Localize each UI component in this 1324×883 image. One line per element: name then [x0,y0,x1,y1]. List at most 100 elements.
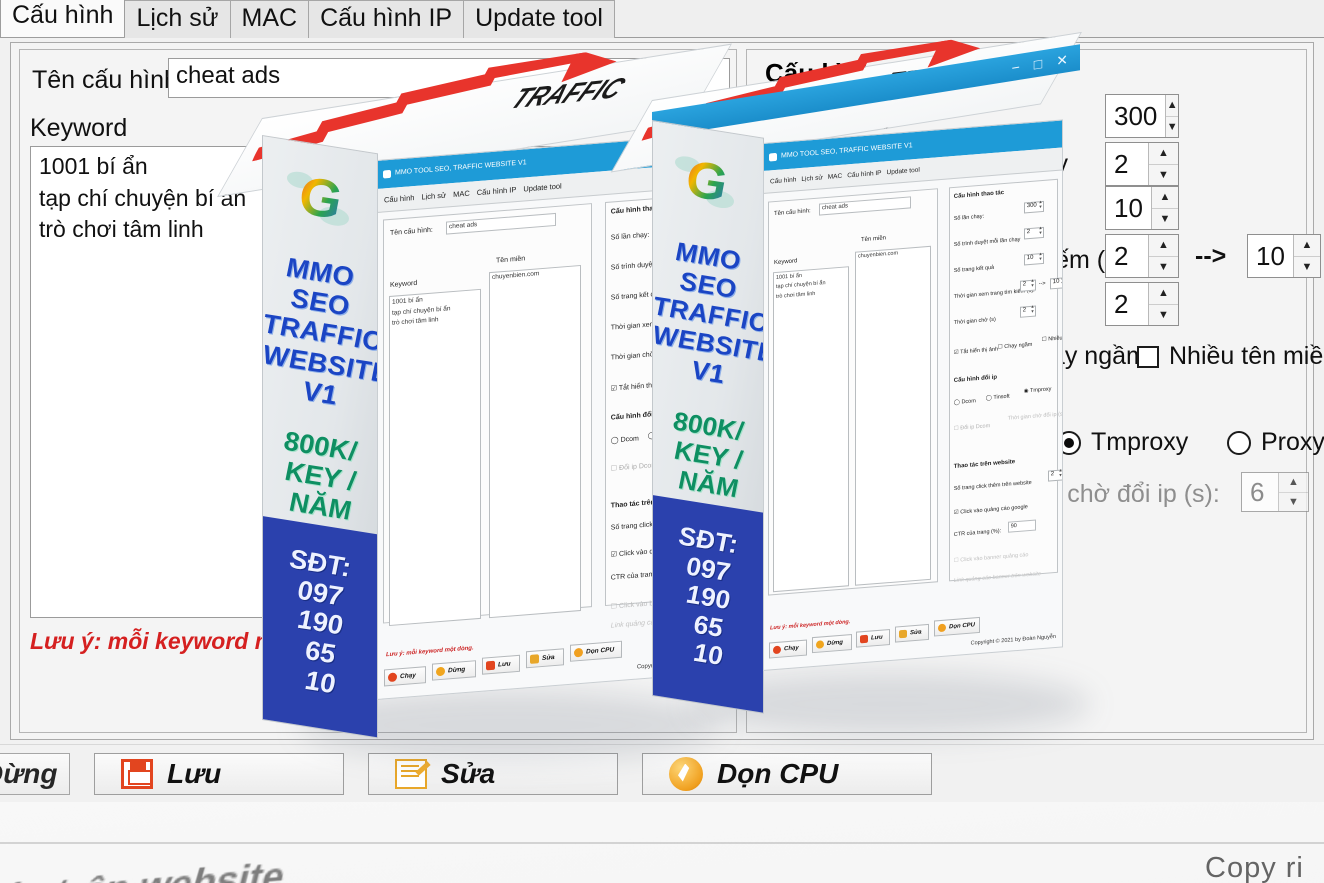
spinner-so-lan-chay[interactable]: 300 ▲▼ [1105,94,1179,138]
mini-edit-label-2: Sửa [910,630,922,637]
mini-rd-4-2: ◯ Proxy [1062,378,1063,386]
close-icon: ✕ [1056,51,1068,70]
mini-run-button: Chạy [384,666,426,686]
spin-up-icon[interactable]: ▲ [1166,95,1178,117]
spin-down-icon[interactable]: ▼ [1152,209,1178,230]
mini-save-label-2: Lưu [871,635,883,642]
mini-edit-button: Sửa [526,648,564,668]
tab-update-tool[interactable]: Update tool [463,0,615,38]
mini-spin-4b-2: 10 [1050,277,1063,289]
mini-spin-4-2: 2 [1020,279,1036,291]
radio-circle-icon[interactable] [1227,431,1251,455]
mini-stop-button-2: Dừng [812,634,852,653]
mini-tab-5: Update tool [887,167,920,177]
mini-stop-label: Dừng [448,666,465,674]
checkbox-nhieu-ten-mien[interactable]: Nhiều tên miền [1137,342,1324,371]
spin-down-icon[interactable]: ▼ [1149,165,1178,186]
mini-stop-button: Dừng [432,660,476,680]
spin-up-icon[interactable]: ▲ [1279,473,1308,493]
spinner-arrows[interactable]: ▲▼ [1151,187,1178,229]
tab-mac[interactable]: MAC [230,0,310,38]
mini-dcom-cb: ☐ Đổi ip Dcom [611,461,657,473]
mini-google-ads-cb-2: ☑ Click vào quảng cáo google [954,504,1028,516]
radio-tmproxy[interactable]: Tmproxy [1057,428,1188,457]
spinner-thoi-gian-xem-trang-max[interactable]: 10 ▲▼ [1247,234,1321,278]
mini-row-2-2: Số trình duyệt mỗi lần chạy [954,237,1021,248]
spinner-thoi-gian-cho[interactable]: 2 ▲▼ [1105,282,1179,326]
spin-down-icon[interactable]: ▼ [1149,305,1178,326]
spin-up-icon[interactable]: ▲ [1149,235,1178,257]
mini-save-button-2: Lưu [856,629,890,648]
mini-row-3-2: Số trang kết quả [954,265,994,274]
spin-down-icon[interactable]: ▼ [1149,257,1178,278]
mini-right-pane-2: Cấu hình thao tác Số lần chạy: 300 Số tr… [949,179,1058,582]
mini-save-icon [486,661,495,671]
spinner-value-so-trinh-duyet: 2 [1106,143,1148,185]
tab-cau-hinh-ip[interactable]: Cấu hình IP [308,0,464,38]
spinner-value-tgxt-max: 10 [1248,235,1293,277]
broom-icon [669,757,703,791]
spin-down-icon[interactable]: ▼ [1294,257,1320,278]
mini-edit-button-2: Sửa [895,624,929,643]
mini-broom-icon [574,648,583,658]
mini-left-pane: Tên cấu hình: cheat ads Keyword 1001 bí … [383,203,592,623]
mini-stop-label-2: Dừng [827,640,843,647]
mini-rd-2-2: ◯ Tinsoft [986,393,1010,401]
spin-up-icon[interactable]: ▲ [1294,235,1320,257]
box-spine-lower-front: SĐT: 097 190 65 10 [653,495,763,712]
mini-rd-1-2: ◯ Dcom [954,398,976,406]
mini-keyword-textarea: 1001 bí ẩn tạp chí chuyện bí ẩn trò chơi… [389,289,481,626]
mini-tab-1: Cấu hình [384,193,414,204]
mini-clean-button: Dọn CPU [570,641,622,662]
ghost-website-group-title: Thao tác trên website [0,854,289,883]
box-price-back: 800K/ KEY / NĂM [263,422,377,531]
mini-clean-button-2: Dọn CPU [934,617,980,637]
radio-proxy[interactable]: Proxy [1227,428,1324,457]
checkbox-box-icon[interactable] [1137,346,1159,368]
spinner-arrows[interactable]: ▲▼ [1148,143,1178,185]
spinner-arrows[interactable]: ▲▼ [1148,235,1178,277]
spinner-arrows[interactable]: ▲▼ [1165,95,1178,137]
spinner-so-trinh-duyet[interactable]: 2 ▲▼ [1105,142,1179,186]
spinner-thoi-gian-xem-trang-min[interactable]: 2 ▲▼ [1105,234,1179,278]
spin-down-icon[interactable]: ▼ [1279,493,1308,512]
mini-config-name-label: Tên cấu hình: [390,227,433,237]
tab-lich-su[interactable]: Lịch sử [124,0,230,38]
mini-rd-2-label-2: Tinsoft [993,393,1009,400]
spinner-value-wait-ip: 6 [1242,473,1278,511]
spinner-arrows[interactable]: ▲▼ [1148,283,1178,325]
tab-cau-hinh[interactable]: Cấu hình [0,0,125,37]
spin-up-icon[interactable]: ▲ [1149,283,1178,305]
spinner-arrows[interactable]: ▲▼ [1293,235,1320,277]
mini-play-icon [773,646,781,655]
mini-save-label: Lưu [498,660,511,668]
mini-banner-cb-2: ☐ Click vào banner quảng cáo [954,552,1029,564]
mini-cb-3-2: ☐ Nhiều tên miền [1042,334,1063,343]
radio-label-proxy: Proxy [1261,428,1324,457]
clean-cpu-button[interactable]: Dọn CPU [642,753,932,795]
save-button[interactable]: Lưu [94,753,344,795]
stop-button[interactable]: Dừng [0,753,70,795]
mini-keyword-label: Keyword [390,280,417,289]
mini-clean-label: Dọn CPU [586,646,614,655]
spin-up-icon[interactable]: ▲ [1152,187,1178,209]
spinner-so-trang-ket-qua[interactable]: 10 ▲▼ [1105,186,1179,230]
mini-dcom-cb-2: ☐ Đổi ip Dcom [954,423,990,432]
mini-edit-label: Sửa [542,654,555,662]
clean-cpu-button-label: Dọn CPU [717,758,838,790]
spin-down-icon[interactable]: ▼ [1166,117,1178,138]
mini-cb-1-2: ☑ Tắt hiển thị ảnh [954,346,998,355]
box-title-front: MMO SEO TRAFFIC WEBSITE V1 [653,233,763,396]
spin-up-icon[interactable]: ▲ [1149,143,1178,165]
mini-tab-4: Cấu hình IP [847,170,881,180]
config-name-label: Tên cấu hình: [32,66,185,95]
spinner-wait-ip[interactable]: 6 ▲▼ [1241,472,1309,512]
spinner-value-so-lan-chay: 300 [1106,95,1165,137]
mini-run-label: Chạy [400,672,416,680]
mini-rd-3-2: ◉ Tmproxy [1024,386,1052,394]
mini-rd-1: ◯ Dcom [611,435,639,445]
mini-app-icon [383,170,391,179]
spinner-arrows[interactable]: ▲▼ [1278,473,1308,511]
mini-cb-3-label-2: Nhiều tên miền [1048,334,1063,343]
mini-cb-1-label-2: Tắt hiển thị ảnh [960,346,998,355]
